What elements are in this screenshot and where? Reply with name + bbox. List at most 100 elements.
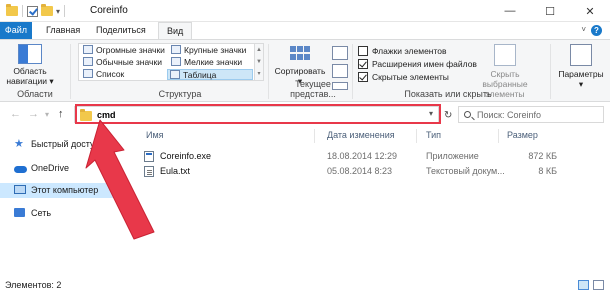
computer-icon	[14, 185, 26, 196]
navigation-pane-label: Область	[13, 66, 47, 76]
layout-medium-icons[interactable]: Обычные значки	[81, 57, 164, 68]
column-header-type[interactable]: Тип	[426, 130, 441, 140]
small-icons-icon	[171, 57, 181, 66]
table-row[interactable]: Coreinfo.exe 18.08.2014 12:29 Приложение…	[144, 150, 557, 163]
chevron-down-icon[interactable]: ˅	[581, 25, 586, 34]
cloud-icon	[14, 163, 27, 174]
tab-home[interactable]: Главная	[38, 22, 88, 39]
file-name: Coreinfo.exe	[160, 151, 212, 161]
checkbox-checked[interactable]	[358, 59, 368, 69]
ribbon-tabs: Файл Главная Поделиться Вид ˅ ?	[0, 22, 610, 40]
search-icon	[464, 111, 471, 118]
extra-large-icons-icon	[83, 45, 93, 54]
column-header-size[interactable]: Размер	[507, 130, 538, 140]
minimize-button[interactable]: —	[490, 0, 530, 22]
address-dropdown-icon[interactable]: ▾	[429, 109, 433, 118]
search-box[interactable]: Поиск: Coreinfo	[458, 106, 604, 123]
column-separator[interactable]	[314, 129, 315, 143]
folder-icon	[80, 109, 92, 121]
file-list: Имя Дата изменения Тип Размер Coreinfo.e…	[130, 127, 610, 277]
file-date: 18.08.2014 12:29	[327, 151, 398, 161]
layout-gallery-scroll[interactable]: ▲ ▼ ▾	[254, 44, 263, 80]
title-bar: ▾ Coreinfo — ☐ ✕	[0, 0, 610, 22]
window-title: Coreinfo	[90, 5, 128, 16]
maximize-button[interactable]: ☐	[530, 0, 570, 22]
search-input[interactable]: Поиск: Coreinfo	[477, 110, 541, 120]
folder-icon	[6, 4, 18, 16]
recent-locations-icon[interactable]: ▾	[45, 110, 49, 119]
column-header-date[interactable]: Дата изменения	[327, 130, 395, 140]
qat-separator	[22, 5, 23, 17]
options-button[interactable]: Параметры ▾	[555, 44, 607, 89]
details-icon	[170, 70, 180, 79]
list-icon	[83, 69, 93, 78]
qat-dropdown-icon[interactable]: ▾	[56, 7, 60, 16]
layout-details[interactable]: Таблица	[167, 69, 253, 80]
navigation-pane-button[interactable]: Область навигации ▾	[4, 44, 56, 86]
back-arrow-icon[interactable]: ←	[10, 108, 21, 120]
sidebar-item-this-pc[interactable]: Этот компьютер	[0, 183, 125, 198]
checkbox-checked[interactable]	[358, 72, 368, 82]
status-bar: Элементов: 2	[0, 277, 610, 294]
options-icon	[570, 44, 592, 66]
exe-icon	[144, 151, 154, 162]
group-label-panes: Области	[17, 89, 53, 99]
items-count: Элементов: 2	[5, 280, 62, 290]
item-checkboxes-toggle[interactable]: Флажки элементов	[358, 45, 447, 57]
properties-icon[interactable]	[27, 5, 38, 17]
navigation-pane-label-2: навигации ▾	[6, 76, 54, 86]
qat-separator	[64, 5, 66, 17]
add-columns-icon[interactable]	[332, 64, 348, 78]
file-date: 05.08.2014 8:23	[327, 166, 393, 176]
address-input[interactable]: cmd	[97, 110, 116, 120]
address-bar[interactable]: cmd ▾	[74, 106, 439, 123]
tab-view[interactable]: Вид	[158, 22, 193, 40]
file-type: Текстовый докум...	[426, 166, 505, 176]
options-label: Параметры	[558, 69, 604, 79]
refresh-icon[interactable]: ↻	[444, 110, 452, 121]
details-view-icon[interactable]	[578, 280, 589, 290]
divider	[268, 44, 269, 99]
new-folder-icon[interactable]	[41, 4, 53, 16]
column-header-name[interactable]: Имя	[146, 130, 164, 140]
group-by-icon[interactable]	[332, 46, 348, 60]
hide-selected-label: Скрыть выбранные	[482, 69, 528, 89]
navigation-bar: ← → ▾ ↑ cmd ▾ ↻ Поиск: Coreinfo	[0, 102, 610, 127]
forward-arrow-icon[interactable]: →	[28, 108, 39, 120]
layout-list[interactable]: Список	[81, 69, 126, 80]
group-label-current-view: Текущее представ...	[290, 79, 336, 99]
sidebar-item-network[interactable]: Сеть	[14, 206, 51, 221]
navigation-pane: ★ Быстрый доступ OneDrive Этот компьютер…	[0, 127, 125, 277]
column-separator[interactable]	[416, 129, 417, 143]
checkbox-unchecked[interactable]	[358, 46, 368, 56]
table-row[interactable]: Eula.txt 05.08.2014 8:23 Текстовый докум…	[144, 165, 557, 178]
sort-icon	[288, 44, 312, 64]
quick-access-toolbar: ▾	[6, 4, 66, 17]
ribbon: Область навигации ▾ Области Огромные зна…	[0, 39, 610, 102]
hidden-items-toggle[interactable]: Скрытые элементы	[358, 71, 449, 83]
tab-file[interactable]: Файл	[0, 22, 32, 39]
layout-extra-large-icons[interactable]: Огромные значки	[81, 45, 167, 56]
tab-share[interactable]: Поделиться	[88, 22, 154, 39]
layout-large-icons[interactable]: Крупные значки	[169, 45, 248, 56]
file-name: Eula.txt	[160, 166, 191, 176]
divider	[70, 44, 71, 99]
up-arrow-icon[interactable]: ↑	[58, 108, 64, 120]
sidebar-item-quick-access[interactable]: ★ Быстрый доступ	[14, 137, 99, 152]
sidebar-item-onedrive[interactable]: OneDrive	[14, 161, 69, 176]
options-arrow: ▾	[578, 79, 584, 89]
column-separator[interactable]	[498, 129, 499, 143]
star-icon: ★	[14, 138, 24, 150]
sort-by-label: Сортировать	[274, 66, 326, 76]
layout-small-icons[interactable]: Мелкие значки	[169, 57, 244, 68]
help-icon[interactable]: ?	[591, 25, 602, 36]
hide-selected-icon	[494, 44, 516, 66]
file-extensions-toggle[interactable]: Расширения имен файлов	[358, 58, 477, 70]
divider	[550, 44, 551, 99]
divider	[352, 44, 353, 99]
close-button[interactable]: ✕	[570, 0, 610, 22]
large-icons-view-icon[interactable]	[593, 280, 604, 290]
network-icon	[14, 208, 26, 219]
text-file-icon	[144, 166, 154, 177]
file-size: 8 КБ	[538, 166, 557, 176]
